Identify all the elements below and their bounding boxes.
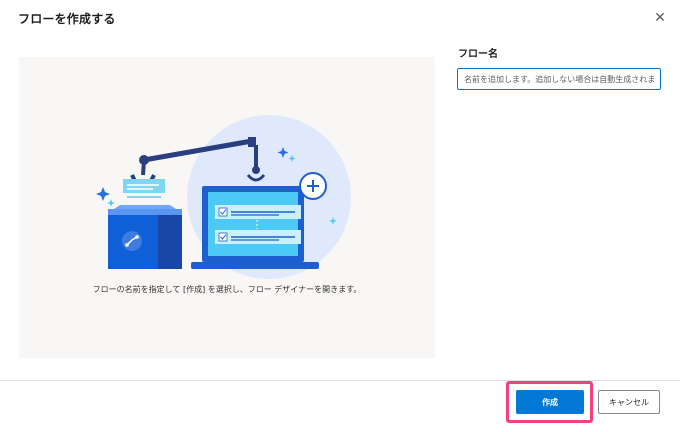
laptop-icon	[191, 186, 319, 269]
flow-name-input[interactable]	[457, 68, 661, 90]
dialog-title: フローを作成する	[18, 12, 116, 26]
card-shape	[123, 179, 165, 193]
flow-illustration	[96, 115, 351, 279]
add-circle-icon	[299, 172, 327, 200]
box-icon	[108, 205, 182, 269]
illustration-panel: フローの名前を指定して [作成] を選択し、フロー デザイナーを開きます。	[19, 57, 435, 358]
flow-name-label: フロー名	[458, 49, 498, 60]
close-icon[interactable]: ✕	[650, 8, 670, 28]
illustration-caption: フローの名前を指定して [作成] を選択し、フロー デザイナーを開きます。	[92, 285, 362, 294]
create-button[interactable]: 作成	[516, 390, 584, 414]
create-flow-dialog: フローを作成する ✕ フローの名前を指定して [作成] を選択し、フロー デザイ…	[0, 0, 680, 432]
cancel-button[interactable]: キャンセル	[598, 390, 660, 414]
